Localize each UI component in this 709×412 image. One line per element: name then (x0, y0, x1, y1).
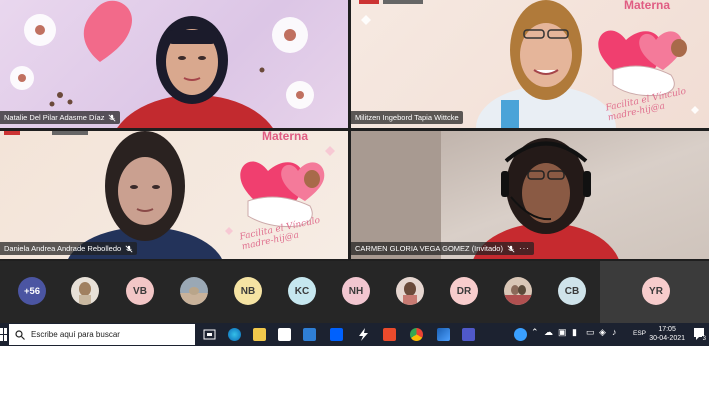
avatar-photo (396, 277, 424, 305)
edge-icon[interactable] (228, 328, 241, 341)
participant-strip: +56 VB NB KC NH DR CB YR (0, 261, 709, 323)
video-tile-1[interactable]: Natalie Del Pilar Adasme Díaz (0, 0, 348, 128)
participant-name: Daniela Andrea Andrade Rebolledo (4, 244, 122, 253)
taskbar-clock[interactable]: 17:05 30-04-2021 (649, 325, 685, 343)
participant-name-label: CARMEN GLORIA VEGA GOMEZ (Invitado) ··· (351, 242, 534, 255)
taskbar-search-box[interactable]: Escribe aquí para buscar (9, 324, 195, 345)
participant-avatar-dr[interactable]: DR (450, 277, 478, 305)
start-icon[interactable] (0, 328, 8, 341)
avatar-initials: NB (240, 285, 256, 297)
avatar-initials: KC (294, 285, 310, 297)
participant-self-tile[interactable]: YR (600, 261, 709, 323)
network-icon[interactable]: ◈ (599, 327, 606, 338)
search-icon (15, 329, 25, 340)
slide-brand-title: Materna (262, 131, 309, 143)
notification-count: 3 (701, 336, 707, 342)
mail-icon[interactable] (303, 328, 316, 341)
store-icon[interactable] (278, 328, 291, 341)
windows-taskbar: Escribe aquí para buscar ⌃ ☁ ▣ ▮ ▭ ◈ ♪ E… (0, 323, 709, 346)
photos-icon[interactable] (437, 328, 450, 341)
more-options-icon[interactable]: ··· (519, 244, 530, 253)
avatar-photo (180, 277, 208, 305)
participant-avatar-kc[interactable]: KC (288, 277, 316, 305)
participant-name-label: Daniela Andrea Andrade Rebolledo (0, 242, 138, 255)
participant-name: Natalie Del Pilar Adasme Díaz (4, 113, 105, 122)
microphone-off-icon (125, 245, 133, 252)
teams-meeting-window: Natalie Del Pilar Adasme Díaz Materna Fa… (0, 0, 709, 346)
avatar-initials: YR (649, 285, 663, 297)
participant-avatar-yr[interactable]: YR (642, 277, 670, 305)
cloud-icon[interactable]: ☁ (544, 327, 553, 338)
file-explorer-icon[interactable] (253, 328, 266, 341)
task-view-icon[interactable] (203, 328, 216, 341)
participant-avatar-nb[interactable]: NB (234, 277, 262, 305)
participant-name: CARMEN GLORIA VEGA GOMEZ (Invitado) (355, 244, 503, 253)
microphone-off-icon (507, 245, 515, 252)
video-tile-3[interactable]: Materna Facilita el Vínculo madre-hij@a … (0, 131, 348, 259)
participant-avatar[interactable] (180, 277, 208, 305)
help-icon[interactable] (514, 328, 527, 341)
monitor-icon[interactable]: ▭ (586, 327, 595, 338)
microphone-off-icon (108, 114, 116, 121)
participant-name-label: Natalie Del Pilar Adasme Díaz (0, 111, 121, 124)
language-indicator[interactable]: ESP (633, 330, 646, 337)
participant-avatar-cb[interactable]: CB (558, 277, 586, 305)
camera-icon[interactable]: ▣ (558, 327, 567, 338)
volume-icon[interactable]: ♪ (612, 327, 617, 337)
clock-date: 30-04-2021 (649, 335, 685, 342)
participant-overflow-button[interactable]: +56 (18, 277, 46, 305)
lightning-app-icon[interactable] (357, 328, 370, 341)
webcam-video (351, 131, 619, 259)
participant-avatar[interactable] (504, 277, 532, 305)
participant-name: Militzen Ingebord Tapia Wittcke (355, 113, 459, 122)
search-placeholder: Escribe aquí para buscar (31, 330, 120, 339)
video-tile-4[interactable]: CARMEN GLORIA VEGA GOMEZ (Invitado) ··· (351, 131, 709, 259)
participant-avatar-nh[interactable]: NH (342, 277, 370, 305)
avatar-initials: NH (348, 285, 364, 297)
dropbox-icon[interactable] (330, 328, 343, 341)
avatar-initials: DR (456, 285, 472, 297)
participant-name-label: Militzen Ingebord Tapia Wittcke (351, 111, 463, 124)
floral-background (10, 0, 314, 128)
office-icon[interactable] (383, 328, 396, 341)
clock-time: 17:05 (658, 326, 676, 333)
video-tile-2[interactable]: Materna Facilita el Vínculo madre-hij@a … (351, 0, 709, 128)
chevron-up-icon[interactable]: ⌃ (531, 327, 539, 338)
avatar-initials: CB (564, 285, 580, 297)
participant-avatar[interactable] (396, 277, 424, 305)
avatar-photo (71, 277, 99, 305)
battery-icon[interactable]: ▮ (572, 327, 577, 338)
participant-overflow-count: +56 (23, 285, 41, 297)
teams-icon[interactable] (462, 328, 475, 341)
chrome-icon[interactable] (410, 328, 423, 341)
notification-center-icon[interactable]: 3 (693, 327, 707, 342)
participant-avatar[interactable] (71, 277, 99, 305)
slide-brand-title: Materna (624, 0, 671, 12)
avatar-initials: VB (133, 285, 147, 297)
avatar-photo (504, 277, 532, 305)
participant-avatar-vb[interactable]: VB (126, 277, 154, 305)
